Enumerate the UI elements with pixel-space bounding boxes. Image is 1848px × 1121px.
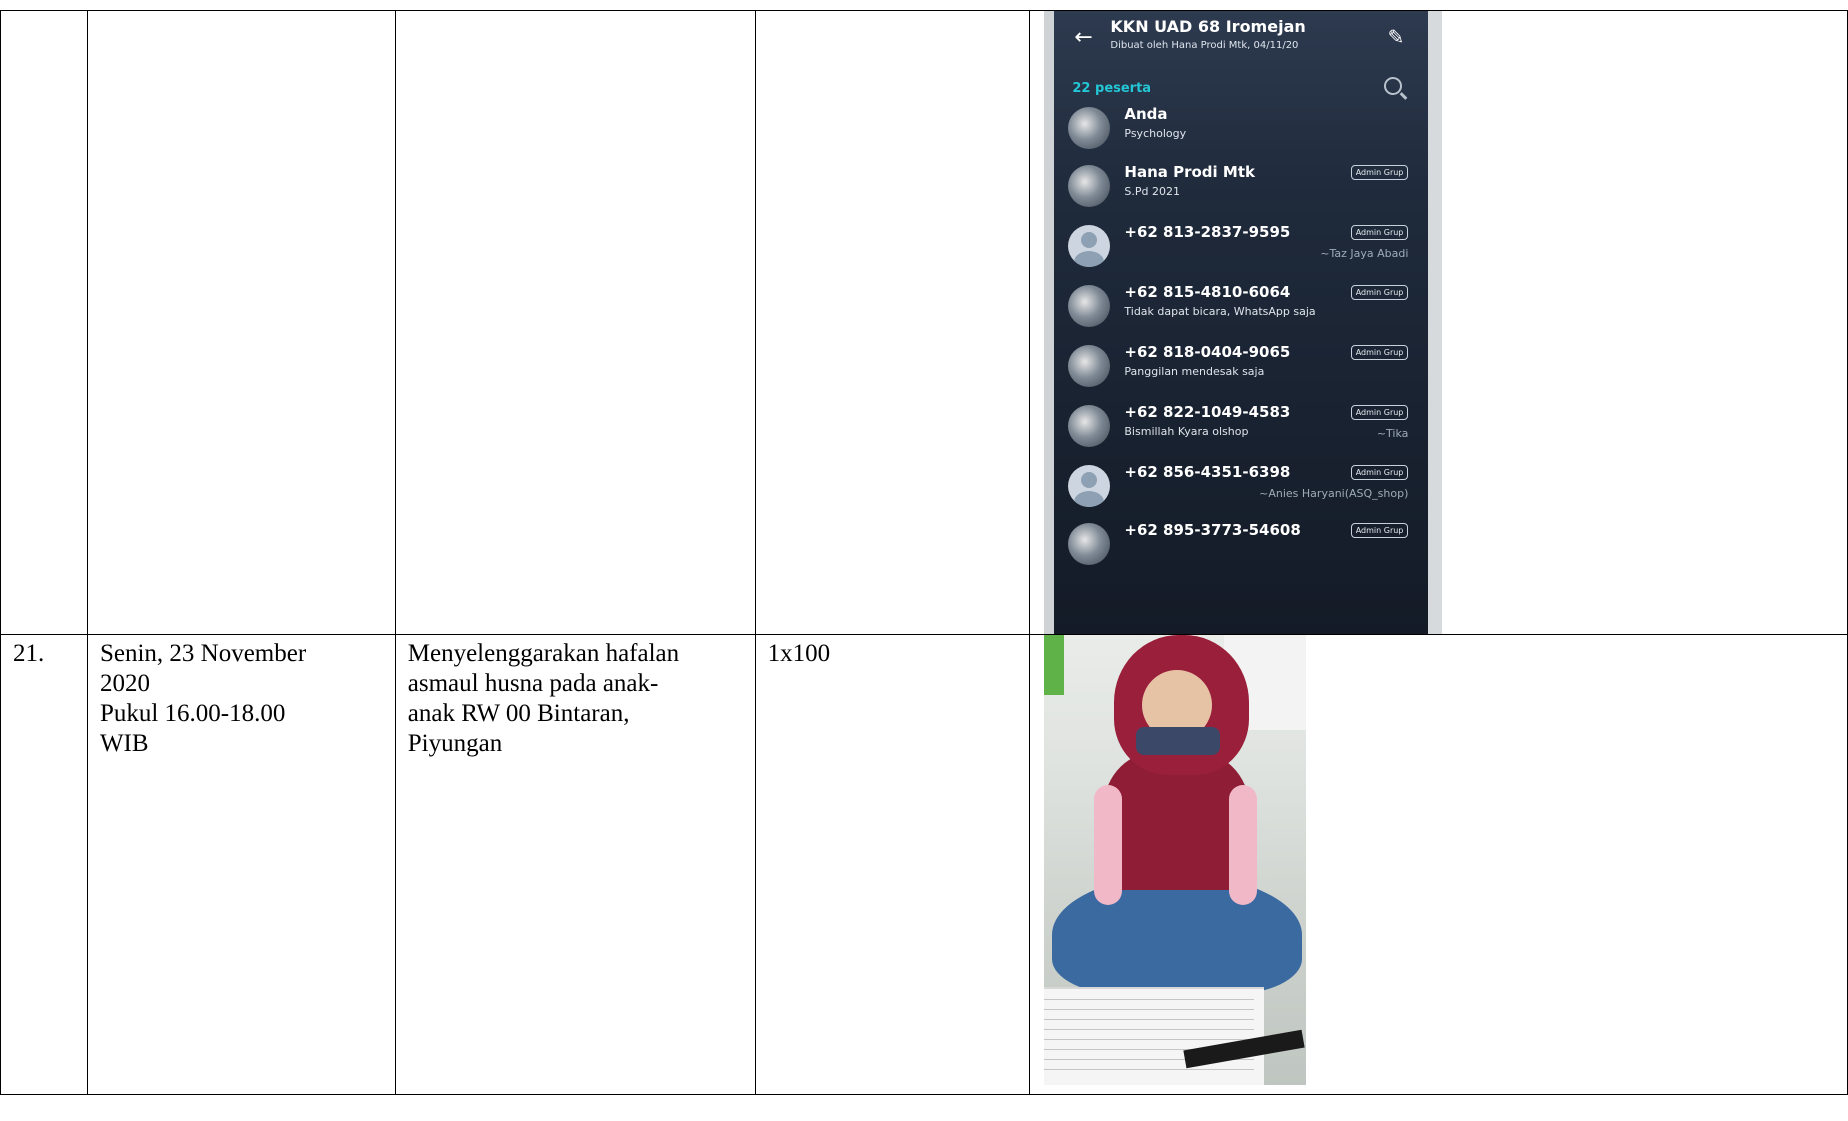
admin-badge: Admin Grup (1350, 285, 1409, 300)
table-row: 21. Senin, 23 November 2020 Pukul 16.00-… (0, 634, 1848, 1095)
admin-badge: Admin Grup (1350, 225, 1409, 240)
date-line: WIB (99, 730, 149, 757)
activity-line: asmaul husna pada anak- (407, 670, 659, 697)
volume-cell (754, 10, 1031, 635)
pencil-icon: ✎ (1387, 25, 1405, 49)
admin-badge: Admin Grup (1350, 465, 1409, 480)
activity-cell: Menyelenggarakan hafalan asmaul husna pa… (394, 634, 756, 1095)
avatar (1068, 465, 1111, 507)
date-cell (86, 10, 396, 635)
documentation-cell: ← KKN UAD 68 Iromejan Dibuat oleh Hana P… (1029, 10, 1848, 635)
activity-line: Piyungan (407, 730, 503, 757)
participants-count: 22 peserta (1072, 81, 1152, 96)
activity-cell (394, 10, 756, 635)
activity-line: Menyelenggarakan hafalan (407, 640, 680, 667)
list-item: +62 818-0404-9065 Panggilan mendesak saj… (1068, 341, 1418, 397)
list-item: Anda Psychology (1068, 103, 1418, 159)
avatar (1068, 107, 1111, 149)
group-title: KKN UAD 68 Iromejan (1110, 17, 1306, 36)
avatar (1068, 405, 1111, 447)
admin-badge: Admin Grup (1350, 345, 1409, 360)
group-subtitle: Dibuat oleh Hana Prodi Mtk, 04/11/20 (1110, 40, 1299, 51)
avatar (1068, 225, 1111, 267)
table-row: ← KKN UAD 68 Iromejan Dibuat oleh Hana P… (0, 10, 1848, 635)
list-item: +62 856-4351-6398 Admin Grup ~Anies Hary… (1068, 461, 1418, 517)
list-item: +62 815-4810-6064 Tidak dapat bicara, Wh… (1068, 281, 1418, 337)
date-line: Pukul 16.00-18.00 (99, 700, 286, 727)
group-header: ← KKN UAD 68 Iromejan Dibuat oleh Hana P… (1054, 11, 1428, 71)
list-item: +62 895-3773-54608 Admin Grup (1068, 519, 1418, 575)
list-item: +62 822-1049-4583 Bismillah Kyara olshop… (1068, 401, 1418, 457)
search-icon (1384, 77, 1403, 95)
number-cell (0, 10, 88, 635)
admin-badge: Admin Grup (1350, 523, 1409, 538)
date-line: 2020 (99, 670, 150, 697)
list-item: +62 813-2837-9595 Admin Grup ~Taz Jaya A… (1068, 221, 1418, 277)
number-cell: 21. (0, 634, 88, 1095)
list-item: Hana Prodi Mtk S.Pd 2021 Admin Grup (1068, 161, 1418, 217)
avatar (1068, 523, 1111, 565)
avatar (1068, 285, 1111, 327)
avatar (1068, 345, 1111, 387)
date-line: Senin, 23 November (99, 640, 307, 667)
admin-badge: Admin Grup (1350, 165, 1409, 180)
volume-cell: 1x100 (754, 634, 1031, 1095)
whatsapp-group-screenshot: ← KKN UAD 68 Iromejan Dibuat oleh Hana P… (1044, 11, 1443, 634)
activity-log-table: ← KKN UAD 68 Iromejan Dibuat oleh Hana P… (0, 10, 1848, 1095)
avatar (1068, 165, 1111, 207)
date-cell: Senin, 23 November 2020 Pukul 16.00-18.0… (86, 634, 396, 1095)
activity-photo (1044, 635, 1307, 1085)
activity-line: anak RW 00 Bintaran, (407, 700, 630, 727)
documentation-cell (1029, 634, 1848, 1095)
back-arrow-icon: ← (1074, 25, 1093, 50)
admin-badge: Admin Grup (1350, 405, 1409, 420)
